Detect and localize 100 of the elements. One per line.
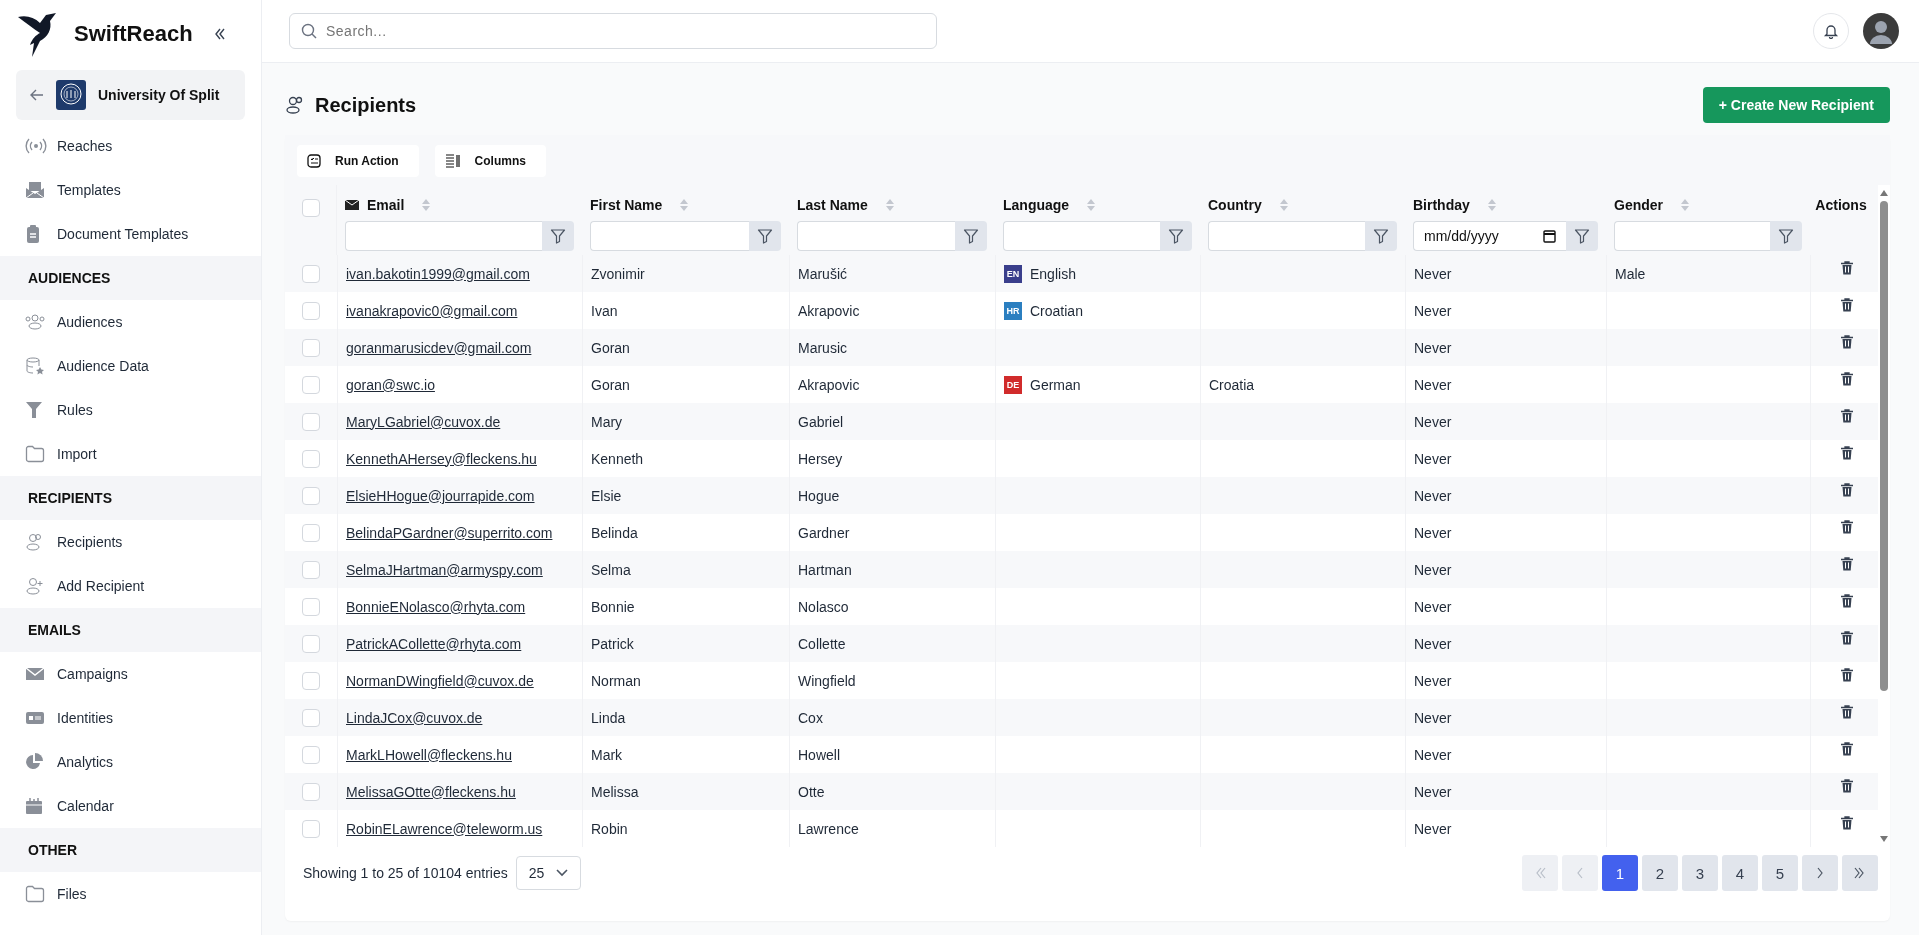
row-checkbox[interactable] xyxy=(302,486,320,505)
row-checkbox[interactable] xyxy=(302,597,320,616)
page-size-select[interactable]: 25 xyxy=(515,856,582,890)
email-link[interactable]: MarkLHowell@fleckens.hu xyxy=(346,746,512,763)
delete-icon[interactable] xyxy=(1841,705,1853,719)
sort-icon[interactable] xyxy=(1087,199,1096,211)
column-header[interactable]: Language xyxy=(1003,197,1070,213)
column-header[interactable]: Email xyxy=(367,197,405,213)
delete-icon[interactable] xyxy=(1841,483,1853,497)
sidebar-item[interactable]: Recipients xyxy=(0,520,261,564)
column-header[interactable]: Birthday xyxy=(1413,197,1470,213)
row-checkbox[interactable] xyxy=(302,264,320,283)
email-link[interactable]: BelindaPGardner@superrito.com xyxy=(346,524,553,541)
email-link[interactable]: PatrickACollette@rhyta.com xyxy=(346,635,522,652)
column-header[interactable]: Country xyxy=(1208,197,1262,213)
filter-field[interactable] xyxy=(1614,221,1770,251)
delete-icon[interactable] xyxy=(1841,446,1853,460)
email-link[interactable]: ivan.bakotin1999@gmail.com xyxy=(346,265,530,282)
delete-icon[interactable] xyxy=(1841,557,1853,571)
filter-button[interactable] xyxy=(1365,221,1397,251)
column-header[interactable]: Last Name xyxy=(797,197,868,213)
row-checkbox[interactable] xyxy=(302,745,320,764)
filter-button[interactable] xyxy=(749,221,781,251)
run-action-button[interactable]: Run Action xyxy=(297,145,419,177)
email-link[interactable]: ElsieHHogue@jourrapide.com xyxy=(346,487,535,504)
next-page-button[interactable] xyxy=(1802,855,1838,891)
row-checkbox[interactable] xyxy=(302,782,320,801)
filter-button[interactable] xyxy=(1566,221,1598,251)
page-button[interactable]: 3 xyxy=(1682,855,1718,891)
email-link[interactable]: KennethAHersey@fleckens.hu xyxy=(346,450,537,467)
sidebar-item[interactable]: Templates xyxy=(0,168,261,212)
row-checkbox[interactable] xyxy=(302,634,320,653)
sidebar-item[interactable]: Identities xyxy=(0,696,261,740)
row-checkbox[interactable] xyxy=(302,375,320,394)
email-link[interactable]: MaryLGabriel@cuvox.de xyxy=(346,413,501,430)
sidebar-item[interactable]: Campaigns xyxy=(0,652,261,696)
sidebar-item[interactable]: Document Templates xyxy=(0,212,261,256)
filter-field[interactable] xyxy=(1003,221,1160,251)
row-checkbox[interactable] xyxy=(302,819,320,838)
filter-button[interactable] xyxy=(542,221,574,251)
email-link[interactable]: LindaJCox@cuvox.de xyxy=(346,709,483,726)
sidebar-item[interactable]: Analytics xyxy=(0,740,261,784)
row-checkbox[interactable] xyxy=(302,708,320,727)
email-link[interactable]: ivanakrapovic0@gmail.com xyxy=(346,302,518,319)
row-checkbox[interactable] xyxy=(302,338,320,357)
row-checkbox[interactable] xyxy=(302,523,320,542)
filter-button[interactable] xyxy=(955,221,987,251)
sort-icon[interactable] xyxy=(422,199,431,211)
delete-icon[interactable] xyxy=(1841,594,1853,608)
delete-icon[interactable] xyxy=(1841,335,1853,349)
scrollbar-thumb[interactable] xyxy=(1880,201,1888,691)
delete-icon[interactable] xyxy=(1841,779,1853,793)
row-checkbox[interactable] xyxy=(302,412,320,431)
delete-icon[interactable] xyxy=(1841,631,1853,645)
columns-button[interactable]: Columns xyxy=(434,145,546,177)
sidebar-item[interactable]: Reaches xyxy=(0,124,261,168)
row-checkbox[interactable] xyxy=(302,671,320,690)
create-recipient-button[interactable]: + Create New Recipient xyxy=(1702,87,1890,123)
filter-button[interactable] xyxy=(1770,221,1802,251)
sidebar-item[interactable]: Audience Data xyxy=(0,344,261,388)
organization-switcher[interactable]: University Of Split xyxy=(16,70,245,120)
select-all-checkbox[interactable] xyxy=(301,199,320,217)
delete-icon[interactable] xyxy=(1841,261,1853,275)
page-button[interactable]: 2 xyxy=(1642,855,1678,891)
sort-icon[interactable] xyxy=(680,199,689,211)
scroll-up-icon[interactable] xyxy=(1879,189,1889,197)
sidebar-item[interactable]: Files xyxy=(0,872,261,916)
page-button[interactable]: 1 xyxy=(1602,855,1638,891)
notifications-button[interactable] xyxy=(1813,13,1849,49)
filter-field[interactable] xyxy=(797,221,955,251)
sort-icon[interactable] xyxy=(1487,199,1496,211)
calendar-icon[interactable] xyxy=(1543,229,1556,243)
delete-icon[interactable] xyxy=(1841,372,1853,386)
sidebar-item[interactable]: Calendar xyxy=(0,784,261,828)
delete-icon[interactable] xyxy=(1841,298,1853,312)
sidebar-item[interactable]: Add Recipient xyxy=(0,564,261,608)
delete-icon[interactable] xyxy=(1841,816,1853,830)
filter-field[interactable] xyxy=(345,221,542,251)
email-link[interactable]: BonnieENolasco@rhyta.com xyxy=(346,598,526,615)
email-link[interactable]: goran@swc.io xyxy=(346,376,435,393)
delete-icon[interactable] xyxy=(1841,520,1853,534)
email-link[interactable]: RobinELawrence@teleworm.us xyxy=(346,820,543,837)
delete-icon[interactable] xyxy=(1841,668,1853,682)
page-button[interactable]: 5 xyxy=(1762,855,1798,891)
filter-field[interactable] xyxy=(590,221,749,251)
avatar[interactable] xyxy=(1863,13,1899,49)
email-link[interactable]: MelissaGOtte@fleckens.hu xyxy=(346,783,516,800)
sidebar-item[interactable]: Import xyxy=(0,432,261,476)
row-checkbox[interactable] xyxy=(302,560,320,579)
sidebar-item[interactable]: Rules xyxy=(0,388,261,432)
date-filter-field[interactable]: mm/dd/yyyy xyxy=(1413,221,1566,251)
sort-icon[interactable] xyxy=(1279,199,1288,211)
delete-icon[interactable] xyxy=(1841,742,1853,756)
page-button[interactable]: 4 xyxy=(1722,855,1758,891)
filter-field[interactable] xyxy=(1208,221,1365,251)
collapse-icon[interactable] xyxy=(213,27,227,41)
row-checkbox[interactable] xyxy=(302,449,320,468)
email-link[interactable]: NormanDWingfield@cuvox.de xyxy=(346,672,534,689)
filter-button[interactable] xyxy=(1160,221,1192,251)
row-checkbox[interactable] xyxy=(302,301,320,320)
